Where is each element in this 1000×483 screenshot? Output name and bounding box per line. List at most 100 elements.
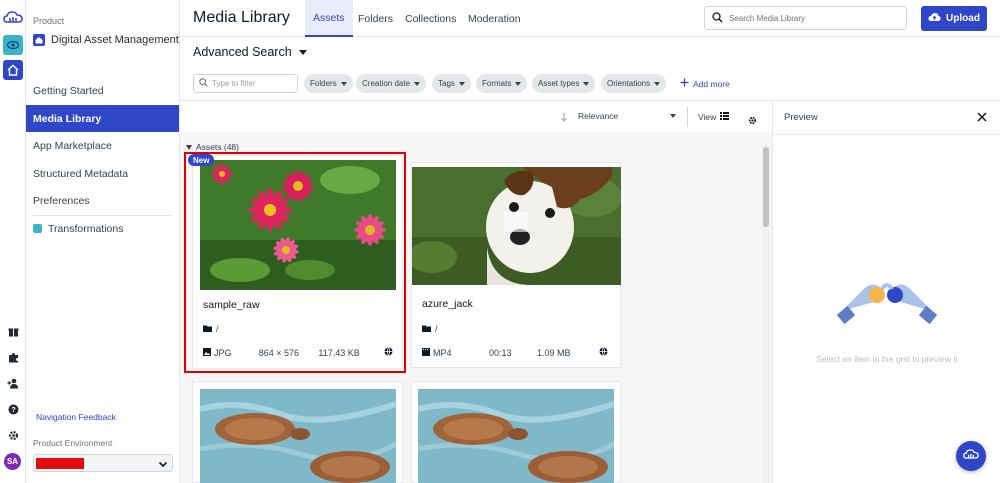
filter-chip-orientations[interactable]: Orientations: [601, 74, 667, 93]
selection-highlight: [184, 152, 406, 373]
search-icon: [712, 11, 723, 25]
add-more-filters-button[interactable]: Add more: [680, 78, 730, 89]
avatar[interactable]: SA: [4, 453, 21, 470]
scrollbar-thumb[interactable]: [763, 147, 769, 227]
sidebar-item-getting-started[interactable]: Getting Started: [26, 77, 179, 104]
asset-card-azure-jack[interactable]: azure_jack / MP4 00:13 1.09 MB: [411, 162, 621, 368]
product-label: Product: [33, 16, 65, 26]
advanced-search-toggle[interactable]: Advanced Search: [193, 45, 307, 59]
toolbar-divider: [687, 107, 688, 127]
asset-format: MP4: [433, 347, 452, 358]
view-toggle[interactable]: View: [698, 112, 730, 122]
top-header: Media Library Assets Folders Collections…: [180, 0, 1000, 37]
sidebar-item-transformations[interactable]: Transformations: [26, 215, 179, 242]
filter-chip-tags[interactable]: Tags: [432, 74, 471, 93]
asset-thumbnail[interactable]: [200, 389, 396, 483]
asset-folder[interactable]: /: [422, 324, 438, 334]
asset-name: azure_jack: [422, 298, 473, 310]
settings-icon[interactable]: [6, 428, 20, 442]
user-plus-icon[interactable]: [6, 376, 20, 390]
filter-placeholder: Type to filter: [212, 79, 256, 88]
view-label: View: [698, 112, 717, 122]
sidebar-item-preferences[interactable]: Preferences: [26, 187, 179, 214]
add-more-label: Add more: [693, 78, 730, 89]
asset-card[interactable]: [411, 381, 621, 483]
caret-down-icon: [515, 81, 522, 86]
filter-chip-folders[interactable]: Folders: [304, 74, 353, 93]
sidebar-item-app-marketplace[interactable]: App Marketplace: [26, 132, 179, 159]
app-rail: ? SA: [0, 0, 26, 483]
gear-icon[interactable]: [748, 112, 757, 130]
sort-toolbar: Relevance View: [180, 101, 772, 132]
eye-icon[interactable]: [3, 35, 23, 55]
cloud-upload-icon: [928, 12, 941, 25]
product-name: Digital Asset Management: [51, 34, 179, 46]
filter-chip-asset-types[interactable]: Asset types: [532, 74, 596, 93]
sidebar-item-structured-metadata[interactable]: Structured Metadata: [26, 160, 179, 187]
chip-label: Orientations: [607, 79, 651, 88]
page-title: Media Library: [193, 9, 290, 26]
home-icon[interactable]: [3, 60, 23, 80]
product-environment-select[interactable]: [33, 454, 173, 472]
video-icon: [422, 347, 430, 358]
help-assistant-button[interactable]: [956, 441, 986, 471]
product-switcher[interactable]: Digital Asset Management: [33, 34, 179, 46]
puzzle-icon[interactable]: [6, 350, 20, 364]
upload-button[interactable]: Upload: [921, 6, 987, 31]
navigation-feedback-link[interactable]: Navigation Feedback: [36, 412, 116, 422]
sort-value: Relevance: [578, 111, 619, 121]
folder-path: /: [435, 324, 438, 334]
search-icon: [199, 78, 208, 89]
chip-label: Tags: [438, 79, 455, 88]
sort-select[interactable]: Relevance: [578, 111, 678, 121]
caret-down-icon: [298, 45, 307, 59]
help-icon[interactable]: ?: [6, 402, 20, 416]
list-view-icon: [720, 112, 730, 122]
caret-down-icon: [583, 81, 590, 86]
caret-down-icon: [670, 114, 676, 118]
tab-collections[interactable]: Collections: [397, 0, 464, 37]
chip-label: Asset types: [538, 79, 580, 88]
gift-icon[interactable]: [6, 324, 20, 338]
chip-label: Folders: [310, 79, 337, 88]
preview-empty-hint: Select an item in the grid to preview it: [816, 354, 958, 364]
chip-label: Creation date: [362, 79, 411, 88]
house-icon: [33, 34, 45, 46]
sidebar-item-media-library[interactable]: Media Library: [26, 105, 179, 132]
folder-icon: [422, 324, 431, 334]
chip-label: Formats: [482, 79, 512, 88]
chevron-down-icon: [158, 457, 168, 475]
close-icon[interactable]: [975, 110, 989, 124]
tab-folders[interactable]: Folders: [350, 0, 401, 37]
assets-section-header[interactable]: Assets (48): [186, 142, 239, 152]
preview-panel: Preview Select an item in the grid to pr…: [772, 100, 1000, 483]
asset-card[interactable]: [192, 381, 403, 483]
svg-text:?: ?: [11, 405, 16, 414]
asset-thumbnail[interactable]: [412, 167, 621, 285]
advanced-search-label: Advanced Search: [193, 45, 292, 59]
cloud-logo-icon[interactable]: [3, 10, 23, 24]
grid-scrollbar[interactable]: [762, 145, 770, 483]
filter-chip-formats[interactable]: Formats: [476, 74, 528, 93]
globe-icon: [599, 347, 608, 358]
assets-count: Assets (48): [196, 142, 239, 152]
caret-down-icon: [458, 81, 465, 86]
product-environment-label: Product Environment: [33, 438, 113, 448]
tab-moderation[interactable]: Moderation: [460, 0, 529, 37]
search-input[interactable]: Search Media Library: [704, 6, 907, 30]
tab-assets[interactable]: Assets: [305, 0, 353, 37]
transformations-icon: [33, 224, 42, 233]
filter-input[interactable]: Type to filter: [193, 74, 298, 93]
asset-thumbnail[interactable]: [418, 389, 614, 483]
redacted-environment-name: [36, 458, 84, 469]
new-badge: New: [188, 154, 215, 166]
preview-header: Preview: [773, 101, 1000, 135]
filter-chip-creation-date[interactable]: Creation date: [356, 74, 427, 93]
caret-down-icon: [340, 81, 347, 86]
cloud-logo-icon: [963, 447, 979, 465]
asset-meta: MP4 00:13 1.09 MB: [422, 347, 617, 358]
hands-illustration: [836, 271, 938, 336]
caret-down-icon: [414, 81, 421, 86]
asset-size: 1.09 MB: [537, 347, 571, 358]
sort-direction-icon[interactable]: [560, 112, 568, 124]
